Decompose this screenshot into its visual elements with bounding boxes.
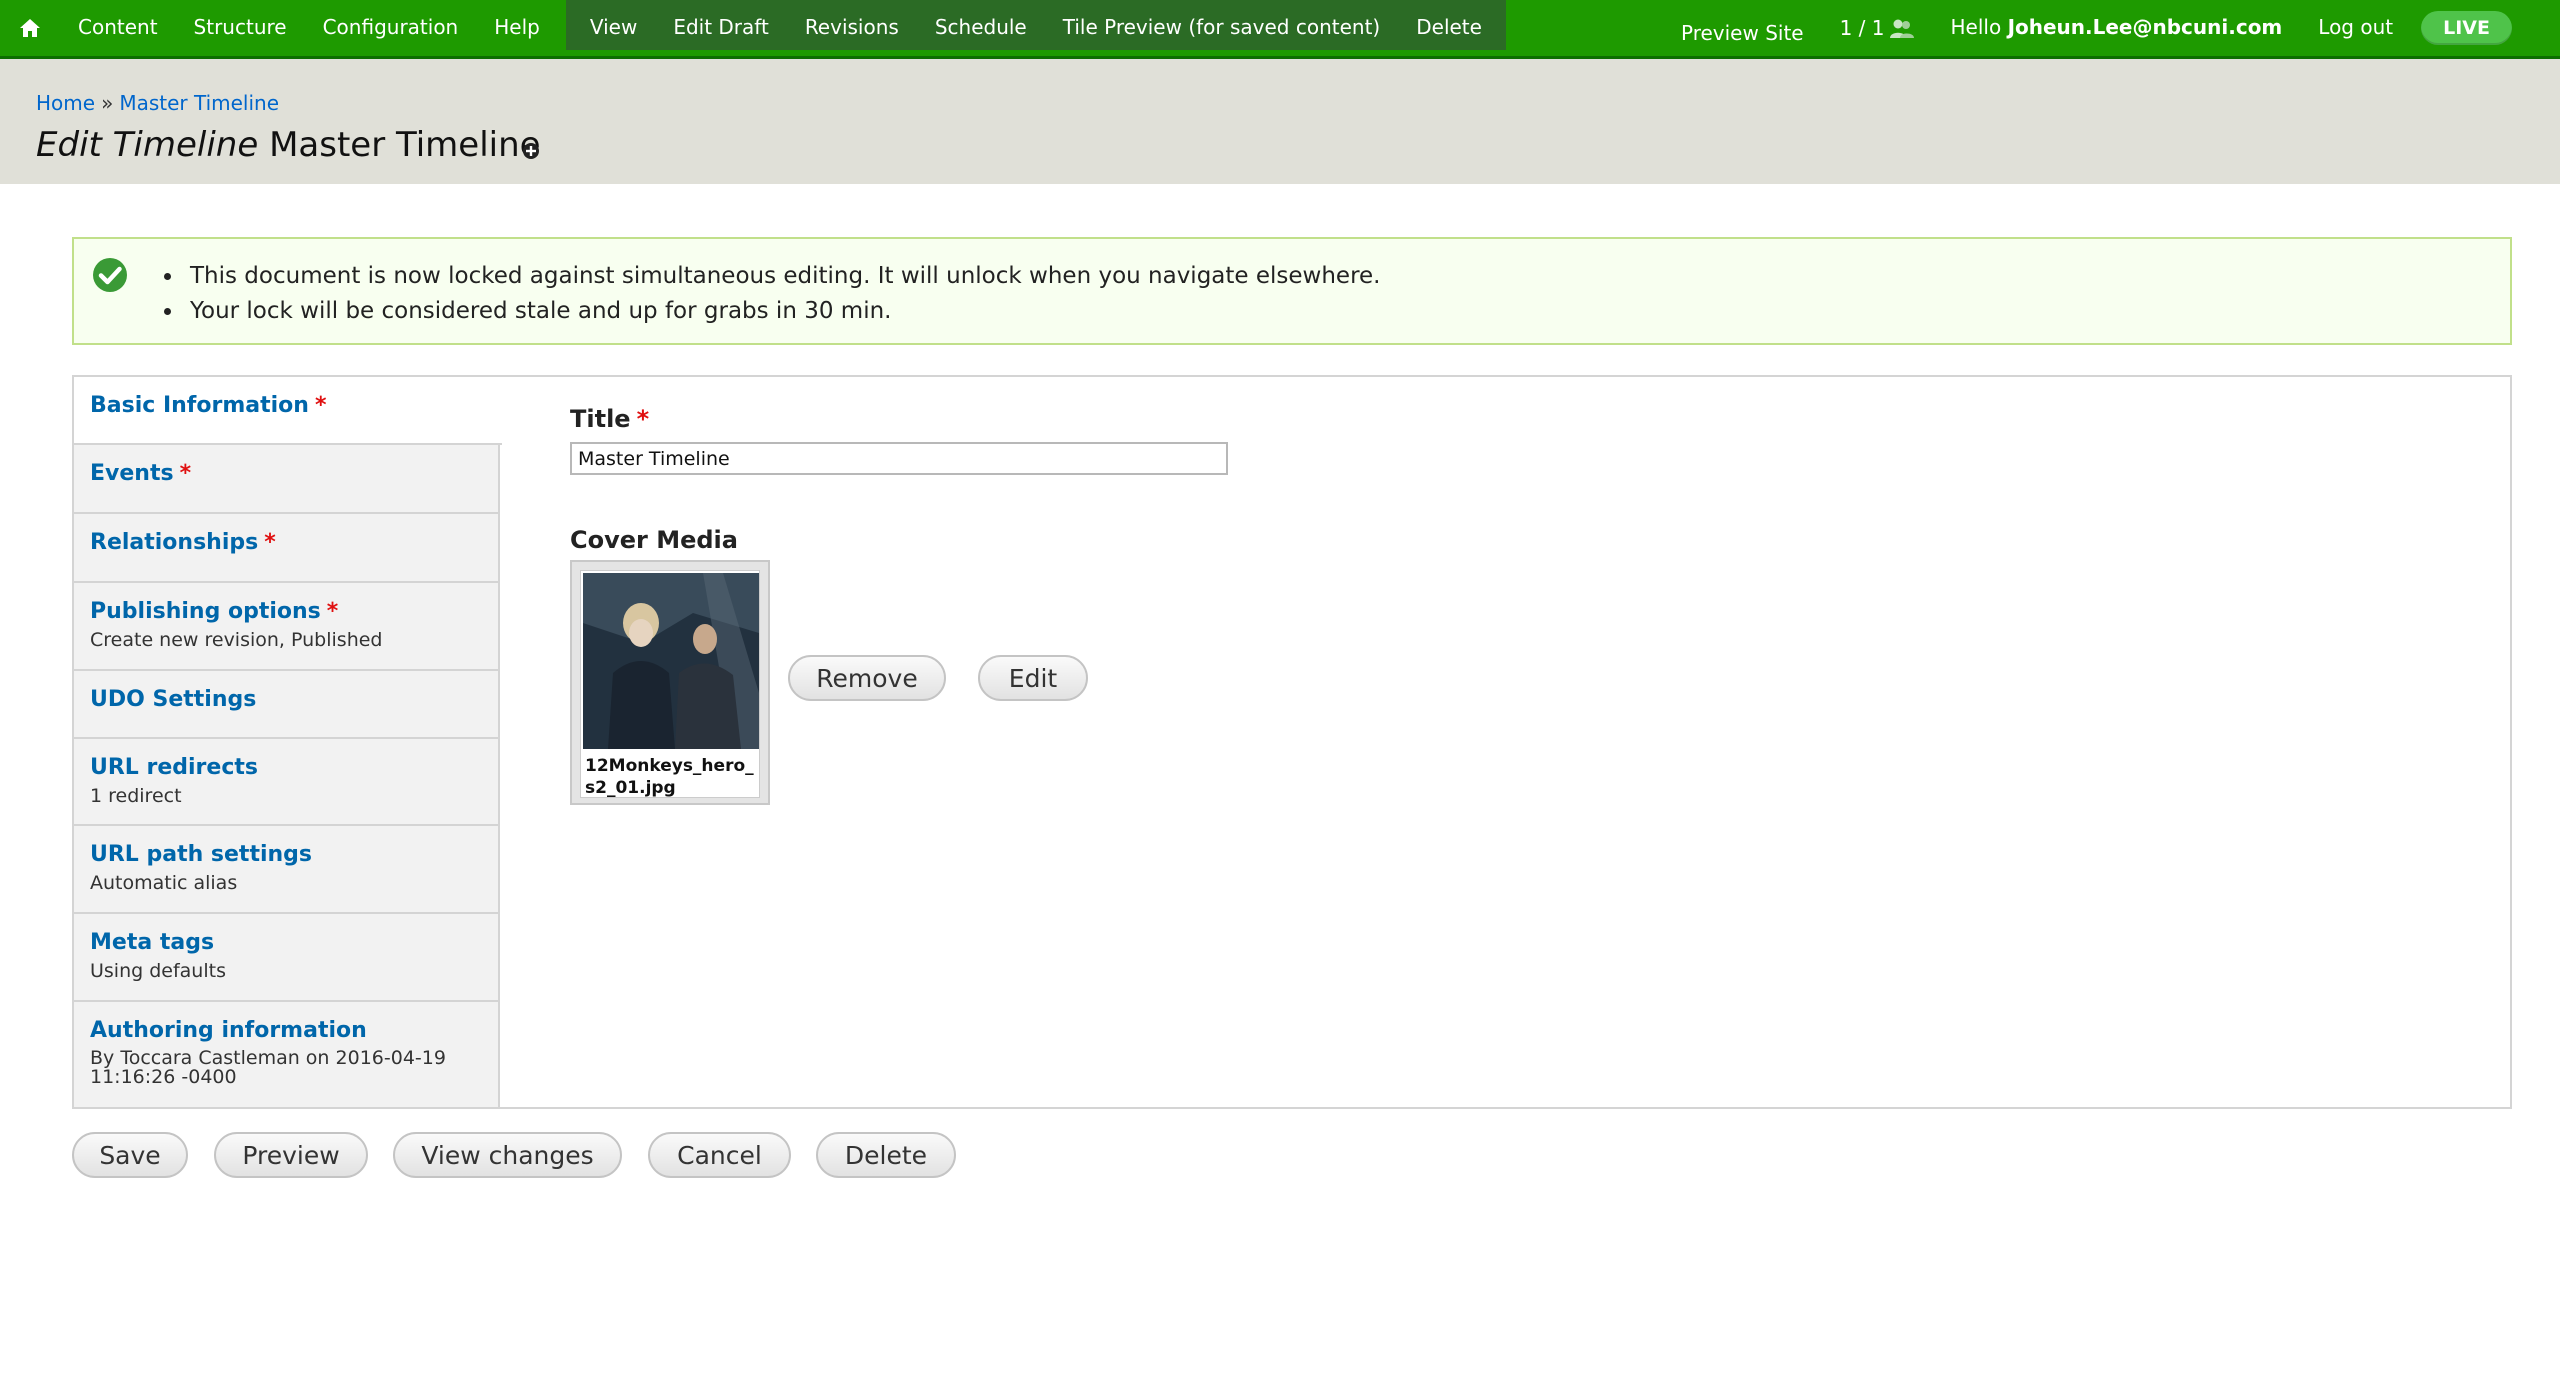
required-marker: * xyxy=(326,599,339,624)
toolbar-user-area: Preview Site 1 / 1 Hello Joheun.Lee@nbcu… xyxy=(1663,0,2560,56)
vertical-tab-url-redirects[interactable]: URL redirects 1 redirect xyxy=(74,739,500,826)
status-message-list: This document is now locked against simu… xyxy=(184,259,1381,329)
page-header: Home» Master Timeline Edit Timeline Maste… xyxy=(0,59,2560,184)
breadcrumb-separator: » xyxy=(101,91,114,115)
user-greeting: Hello Joheun.Lee@nbcuni.com xyxy=(1933,0,2301,56)
vertical-tab-summary: Automatic alias xyxy=(90,872,238,894)
toolbar-content-link[interactable]: Content xyxy=(60,0,176,56)
breadcrumb: Home» Master Timeline xyxy=(36,91,279,115)
vertical-tab-label: Publishing options xyxy=(90,599,321,624)
users-icon xyxy=(1889,19,1914,38)
required-marker: * xyxy=(264,530,276,555)
live-environment-badge: LIVE xyxy=(2421,11,2512,45)
status-message-item: Your lock will be considered stale and u… xyxy=(184,294,1381,329)
vertical-tab-udo-settings[interactable]: UDO Settings xyxy=(74,671,500,739)
toolbar-help-link[interactable]: Help xyxy=(476,0,558,56)
title-field-label: Title * xyxy=(570,405,649,433)
vertical-tab-label: Relationships xyxy=(90,530,259,555)
vertical-tab-url-path-settings[interactable]: URL path settings Automatic alias xyxy=(74,826,500,914)
tab-edit-draft[interactable]: Edit Draft xyxy=(655,0,787,50)
required-marker: * xyxy=(179,461,192,486)
logout-link[interactable]: Log out xyxy=(2300,0,2411,56)
vertical-tab-label: Basic Information xyxy=(90,393,309,418)
tab-revisions[interactable]: Revisions xyxy=(787,0,917,50)
delete-button[interactable]: Delete xyxy=(816,1132,956,1178)
page-title-name: Master Timeline xyxy=(269,125,541,165)
cover-media-label: Cover Media xyxy=(570,526,738,554)
required-marker: * xyxy=(314,393,327,418)
media-thumbnail-image xyxy=(583,573,759,749)
status-messages: This document is now locked against simu… xyxy=(72,237,2512,345)
vertical-tab-summary: Using defaults xyxy=(90,960,226,982)
page-title-prefix: Edit Timeline xyxy=(36,125,259,165)
vertical-tab-summary: Create new revision, Published xyxy=(90,629,383,651)
title-label-text: Title xyxy=(570,405,631,433)
vertical-tab-basic-information[interactable]: Basic Information * xyxy=(74,377,502,445)
username-link[interactable]: Joheun.Lee@nbcuni.com xyxy=(2008,15,2283,39)
user-count-text: 1 / 1 xyxy=(1839,16,1885,40)
vertical-tabs-menu: Basic Information * Events * Relationships… xyxy=(74,377,502,1107)
vertical-tab-events[interactable]: Events * xyxy=(74,445,500,514)
vertical-tab-publishing-options[interactable]: Publishing options * Create new revision,… xyxy=(74,583,500,671)
vertical-tab-label: URL path settings xyxy=(90,842,313,867)
preview-site-link[interactable]: Preview Site xyxy=(1663,0,1822,56)
toolbar-configuration-link[interactable]: Configuration xyxy=(305,0,477,56)
vertical-tab-label: URL redirects xyxy=(90,755,258,780)
active-users-count: 1 / 1 xyxy=(1822,0,1933,56)
cancel-button[interactable]: Cancel xyxy=(648,1132,791,1178)
tab-view[interactable]: View xyxy=(572,0,655,50)
check-circle-icon xyxy=(93,258,127,292)
local-tasks-tabs: View Edit Draft Revisions Schedule Tile … xyxy=(565,0,1506,50)
vertical-tab-authoring-information[interactable]: Authoring information By Toccara Castlem… xyxy=(74,1002,500,1107)
remove-media-button[interactable]: Remove xyxy=(788,655,946,701)
hello-text: Hello xyxy=(1950,15,2002,39)
breadcrumb-current-link[interactable]: Master Timeline xyxy=(119,91,279,115)
view-changes-button[interactable]: View changes xyxy=(393,1132,622,1178)
tab-schedule[interactable]: Schedule xyxy=(917,0,1045,50)
vertical-tab-label: Events xyxy=(90,461,174,486)
page-title: Edit Timeline Master Timeline xyxy=(36,125,541,165)
vertical-tabs: Basic Information * Events * Relationships… xyxy=(72,375,2512,1109)
vertical-tab-summary: By Toccara Castleman on 2016-04-19 11:16… xyxy=(90,1047,446,1088)
vertical-tab-meta-tags[interactable]: Meta tags Using defaults xyxy=(74,914,500,1002)
media-preview-card: 12Monkeys_hero_s2_01.jpg xyxy=(580,570,760,798)
toolbar-structure-link[interactable]: Structure xyxy=(176,0,305,56)
vertical-tab-label: Authoring information xyxy=(90,1018,367,1043)
required-marker: * xyxy=(636,405,650,433)
media-filename: 12Monkeys_hero_s2_01.jpg xyxy=(585,756,754,798)
edit-media-button[interactable]: Edit xyxy=(978,655,1088,701)
cover-media-item: 12Monkeys_hero_s2_01.jpg xyxy=(570,560,770,805)
save-button[interactable]: Save xyxy=(72,1132,188,1178)
status-message-item: This document is now locked against simu… xyxy=(184,259,1381,294)
admin-toolbar: Content Structure Configuration Help Vie… xyxy=(0,0,2560,59)
breadcrumb-home-link[interactable]: Home xyxy=(36,91,95,115)
add-shortcut-icon[interactable] xyxy=(522,142,540,160)
vertical-tab-label: Meta tags xyxy=(90,930,215,955)
vertical-tab-summary: 1 redirect xyxy=(90,785,182,807)
tab-tile-preview[interactable]: Tile Preview (for saved content) xyxy=(1045,0,1399,50)
title-input[interactable] xyxy=(570,442,1228,475)
tab-delete[interactable]: Delete xyxy=(1398,0,1500,50)
vertical-tab-relationships[interactable]: Relationships * xyxy=(74,514,500,583)
media-thumbnail[interactable] xyxy=(583,573,759,749)
preview-button[interactable]: Preview xyxy=(214,1132,368,1178)
home-icon[interactable] xyxy=(0,0,60,56)
vertical-tab-label: UDO Settings xyxy=(90,687,257,712)
